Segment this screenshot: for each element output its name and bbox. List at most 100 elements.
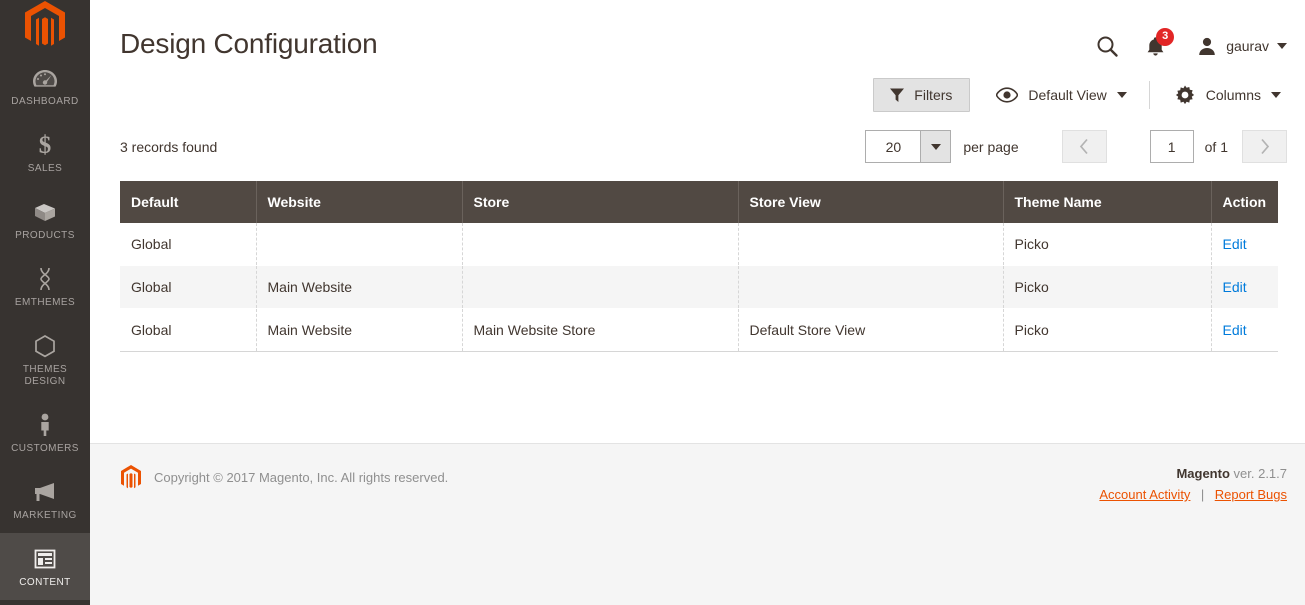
box-icon — [32, 199, 58, 225]
total-pages-label: of 1 — [1205, 139, 1228, 155]
page-number-input[interactable]: 1 — [1150, 130, 1194, 163]
eye-icon — [996, 87, 1018, 103]
column-header-website[interactable]: Website — [256, 181, 462, 223]
table-row[interactable]: Global Main Website Main Website Store D… — [120, 309, 1278, 352]
per-page-label: per page — [963, 139, 1018, 155]
table-header: Default Website Store Store View Theme N… — [120, 181, 1278, 223]
edit-link[interactable]: Edit — [1223, 279, 1247, 295]
sidebar-item-content[interactable]: CONTENT — [0, 533, 90, 600]
svg-text:$: $ — [39, 132, 52, 158]
cell-store — [462, 223, 738, 266]
cell-theme-name: Picko — [1003, 266, 1211, 309]
magento-logo[interactable] — [0, 0, 90, 50]
sidebar-item-themes-design[interactable]: THEMES DESIGN — [0, 320, 90, 399]
sidebar-item-dashboard[interactable]: DASHBOARD — [0, 52, 90, 119]
sidebar-item-customers[interactable]: CUSTOMERS — [0, 399, 90, 466]
sidebar-item-reports[interactable] — [0, 600, 90, 605]
data-grid-wrapper: Default Website Store Store View Theme N… — [90, 163, 1305, 352]
sidebar-item-label: EMTHEMES — [15, 297, 75, 309]
table-body: Global Picko Edit Global Main Website — [120, 223, 1278, 352]
columns-label: Columns — [1206, 87, 1261, 103]
sidebar-item-products[interactable]: PRODUCTS — [0, 186, 90, 253]
sidebar-item-label: CONTENT — [19, 577, 70, 589]
hexagon-outline-icon — [33, 333, 57, 359]
magento-logo-icon — [23, 0, 67, 50]
grid-toolbar: Filters Default View Colu — [90, 64, 1305, 112]
megaphone-icon — [32, 479, 58, 505]
cell-action: Edit — [1211, 266, 1278, 309]
main-content: Design Configuration 3 — [90, 0, 1305, 605]
chevron-right-icon — [1259, 138, 1270, 155]
notification-count-badge: 3 — [1156, 28, 1174, 46]
column-header-default[interactable]: Default — [120, 181, 256, 223]
cell-action: Edit — [1211, 309, 1278, 352]
column-header-action: Action — [1211, 181, 1278, 223]
column-header-theme-name[interactable]: Theme Name — [1003, 181, 1211, 223]
layout-panel-icon — [32, 546, 58, 572]
cell-store-view — [738, 266, 1003, 309]
page-footer: Copyright © 2017 Magento, Inc. All right… — [90, 443, 1305, 605]
per-page-select[interactable]: 20 — [865, 130, 951, 163]
columns-dropdown[interactable]: Columns — [1150, 84, 1287, 106]
page-title: Design Configuration — [120, 24, 378, 64]
sidebar-item-label: CUSTOMERS — [11, 443, 79, 455]
notifications-button[interactable]: 3 — [1145, 35, 1170, 58]
design-configuration-table: Default Website Store Store View Theme N… — [120, 181, 1278, 352]
column-header-store-view[interactable]: Store View — [738, 181, 1003, 223]
report-bugs-link[interactable]: Report Bugs — [1215, 487, 1287, 502]
sidebar-item-label: DASHBOARD — [11, 96, 78, 108]
pager-row: 3 records found 20 per page — [90, 112, 1305, 163]
table-header-row: Default Website Store Store View Theme N… — [120, 181, 1278, 223]
account-activity-link[interactable]: Account Activity — [1099, 487, 1190, 502]
footer-link-separator: | — [1201, 487, 1204, 502]
person-icon — [36, 412, 54, 438]
version-info: Magento ver. 2.1.7 — [1099, 464, 1287, 484]
previous-page-button[interactable] — [1062, 130, 1107, 163]
dollar-sign-icon: $ — [35, 132, 55, 158]
page-number-value: 1 — [1168, 139, 1176, 155]
cell-website: Main Website — [256, 309, 462, 352]
cell-store-view: Default Store View — [738, 309, 1003, 352]
global-search-button[interactable] — [1095, 34, 1119, 58]
user-menu[interactable]: gaurav — [1196, 35, 1287, 57]
funnel-icon — [889, 87, 905, 103]
default-view-label: Default View — [1028, 87, 1106, 103]
page-header: Design Configuration 3 — [90, 0, 1305, 64]
content-area: Design Configuration 3 — [90, 0, 1305, 443]
cell-website — [256, 223, 462, 266]
per-page-value: 20 — [866, 131, 920, 162]
chevron-down-icon — [1271, 92, 1281, 98]
edit-link[interactable]: Edit — [1223, 236, 1247, 252]
records-found-label: 3 records found — [120, 139, 217, 155]
sidebar-item-label: PRODUCTS — [15, 230, 75, 242]
next-page-button[interactable] — [1242, 130, 1287, 163]
cell-default: Global — [120, 223, 256, 266]
table-row[interactable]: Global Picko Edit — [120, 223, 1278, 266]
magento-brand-label: Magento — [1176, 466, 1229, 481]
chevron-down-icon — [1277, 43, 1287, 49]
cell-default: Global — [120, 266, 256, 309]
hourglass-icon — [36, 266, 54, 292]
version-number: ver. 2.1.7 — [1230, 466, 1287, 481]
edit-link[interactable]: Edit — [1223, 322, 1247, 338]
sidebar-item-sales[interactable]: $ SALES — [0, 119, 90, 186]
pagination-controls: 20 per page 1 of 1 — [865, 130, 1287, 163]
dashboard-gauge-icon — [32, 65, 58, 91]
sidebar-item-emthemes[interactable]: EMTHEMES — [0, 253, 90, 320]
column-header-store[interactable]: Store — [462, 181, 738, 223]
header-actions: 3 gaurav — [1095, 24, 1287, 58]
gear-icon — [1174, 84, 1196, 106]
default-view-dropdown[interactable]: Default View — [970, 87, 1148, 103]
copyright-block: Copyright © 2017 Magento, Inc. All right… — [120, 464, 448, 490]
cell-store: Main Website Store — [462, 309, 738, 352]
table-row[interactable]: Global Main Website Picko Edit — [120, 266, 1278, 309]
sidebar-item-label: MARKETING — [13, 510, 77, 522]
per-page-dropdown-arrow[interactable] — [920, 131, 950, 162]
cell-store — [462, 266, 738, 309]
filters-button[interactable]: Filters — [873, 78, 970, 112]
chevron-down-icon — [931, 144, 941, 150]
cell-theme-name: Picko — [1003, 309, 1211, 352]
filters-label: Filters — [914, 87, 952, 103]
sidebar-item-marketing[interactable]: MARKETING — [0, 466, 90, 533]
footer-right: Magento ver. 2.1.7 Account Activity | Re… — [1099, 464, 1287, 506]
